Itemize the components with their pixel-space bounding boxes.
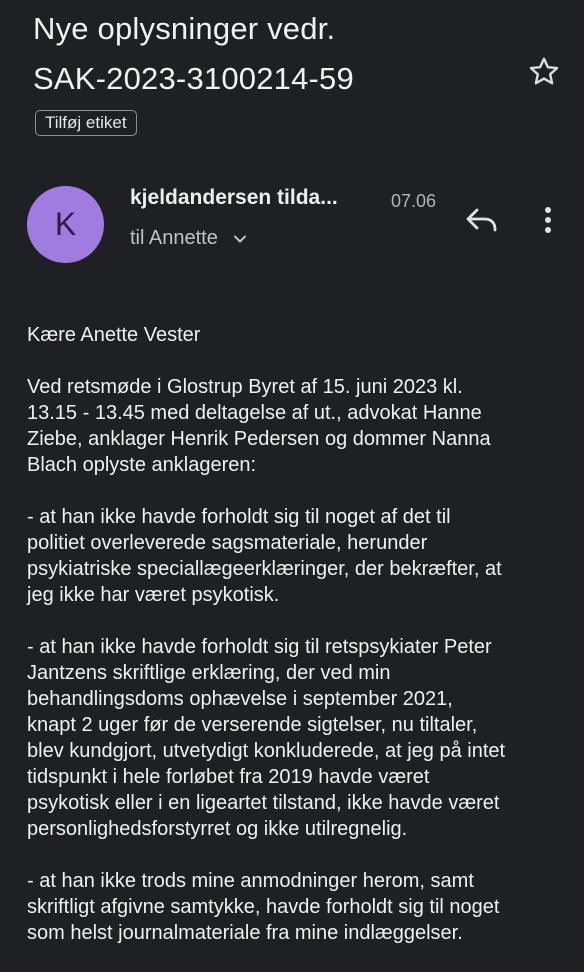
email-subject-line-1: Nye oplysninger vedr. [33, 11, 336, 46]
more-options-button[interactable] [534, 202, 562, 238]
chevron-down-icon [233, 227, 247, 250]
sender-avatar[interactable]: K [27, 186, 104, 263]
reply-button[interactable] [461, 202, 501, 238]
body-paragraph-3: - at han ikke havde forholdt sig til ret… [27, 636, 506, 840]
body-greeting: Kære Anette Vester [27, 324, 201, 346]
recipient-details-toggle[interactable]: til Annette [130, 227, 247, 250]
star-button[interactable] [526, 54, 562, 90]
email-subject: Nye oplysninger vedr. SAK-2023-3100214-5… [33, 4, 503, 104]
email-subject-line-2: SAK-2023-3100214-59 [33, 61, 354, 96]
more-vert-icon [545, 207, 551, 233]
email-body: Kære Anette Vester Ved retsmøde i Glostr… [27, 322, 562, 972]
recipients-text: til Annette [130, 227, 218, 249]
add-label-chip[interactable]: Tilføj etiket [35, 110, 137, 136]
sender-name[interactable]: kjeldandersen tilda... [130, 186, 338, 210]
body-paragraph-4: - at han ikke trods mine anmodninger her… [27, 870, 500, 944]
body-paragraph-1: Ved retsmøde i Glostrup Byret af 15. jun… [27, 376, 491, 476]
reply-icon [466, 208, 497, 232]
message-time: 07.06 [391, 191, 437, 211]
star-outline-icon [529, 57, 559, 85]
body-paragraph-2: - at han ikke havde forholdt sig til nog… [27, 506, 502, 606]
